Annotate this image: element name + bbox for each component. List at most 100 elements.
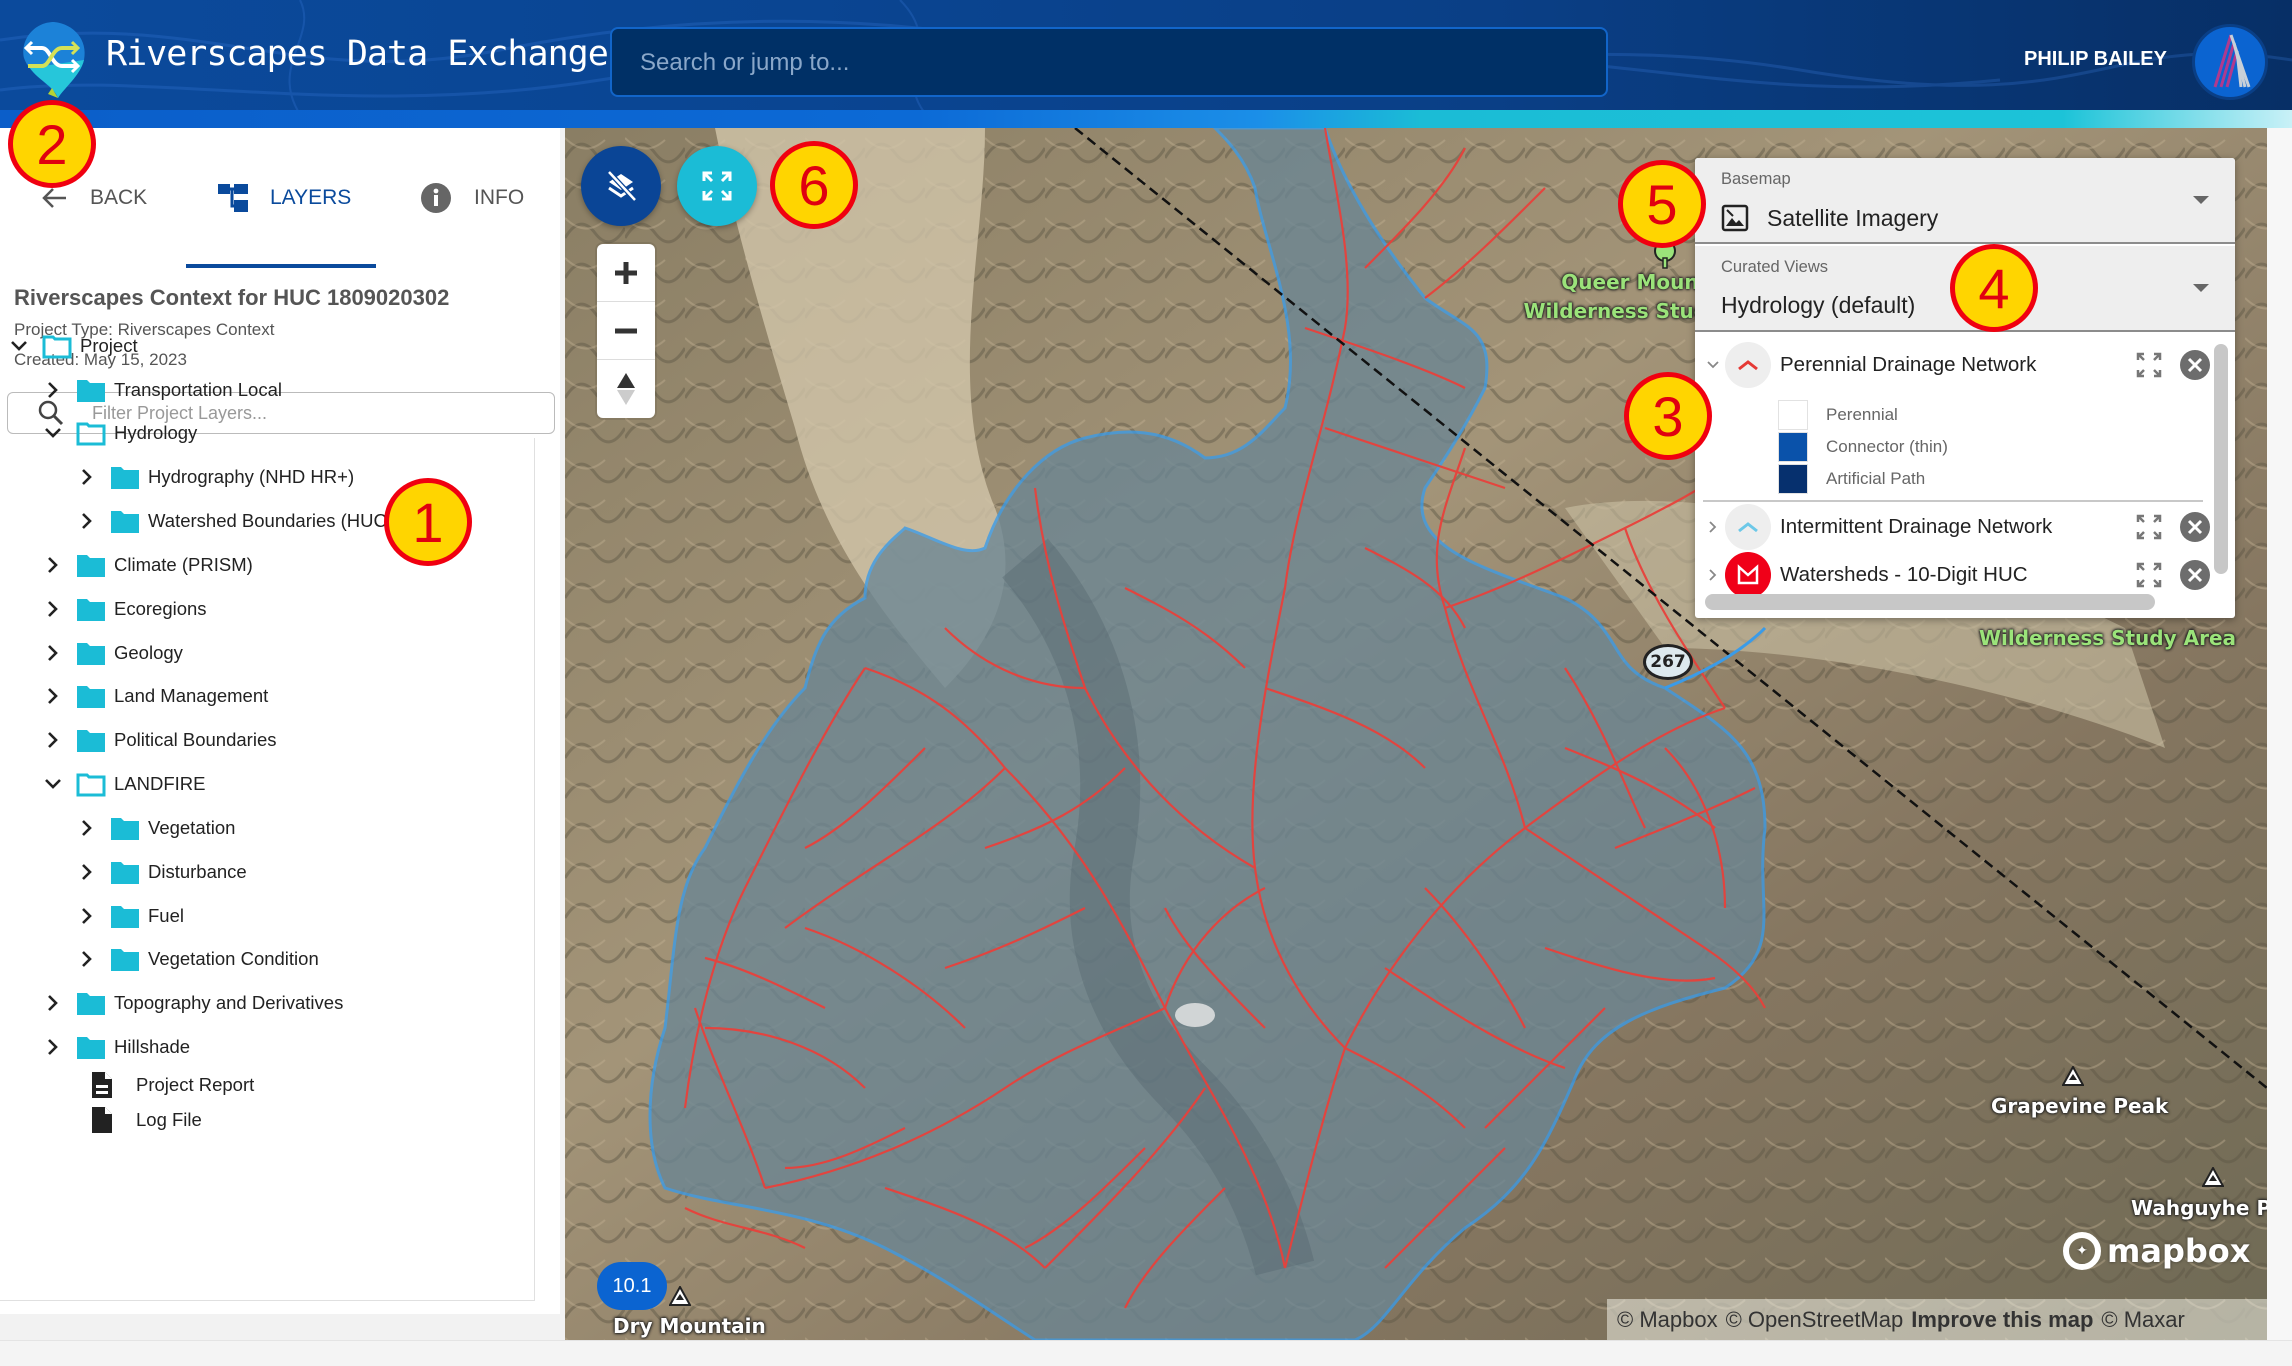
- tree-item[interactable]: Watershed Boundaries (HUCs): [76, 504, 402, 538]
- remove-layer-button[interactable]: [2180, 512, 2210, 542]
- user-avatar[interactable]: [2192, 24, 2268, 100]
- user-name[interactable]: PHILIP BAILEY: [2024, 48, 2167, 71]
- chevron-down-icon[interactable]: [8, 335, 30, 357]
- annotation-badge: 5: [1618, 160, 1706, 248]
- close-icon: [2187, 357, 2203, 373]
- mapbox-pin-icon: ✦: [2063, 1232, 2101, 1270]
- folder-icon: [76, 990, 106, 1016]
- zoom-to-layer-icon[interactable]: [2135, 351, 2163, 379]
- chevron-right-icon[interactable]: [76, 817, 98, 839]
- curated-views-label: Curated Views: [1721, 258, 1829, 276]
- tree-item[interactable]: Transportation Local: [42, 373, 282, 407]
- chevron-right-icon[interactable]: [42, 729, 64, 751]
- scrollbar-thumb[interactable]: [2214, 344, 2228, 574]
- arrow-left-icon: [40, 186, 68, 210]
- tree-item[interactable]: Vegetation Condition: [76, 942, 319, 976]
- chevron-right-icon[interactable]: [1705, 569, 1721, 581]
- layer-list-vertical-scrollbar[interactable]: [2213, 338, 2229, 578]
- tree-divider: [0, 1300, 535, 1301]
- tree-item-label: Hydrography (NHD HR+): [148, 466, 355, 488]
- chevron-down-icon[interactable]: [1705, 361, 1721, 369]
- tree-item[interactable]: Fuel: [76, 899, 184, 933]
- layer-row-watersheds-huc10[interactable]: Watersheds - 10-Digit HUC: [1695, 552, 2211, 598]
- tree-item[interactable]: Project: [8, 329, 138, 363]
- chevron-right-icon[interactable]: [76, 948, 98, 970]
- remove-layer-button[interactable]: [2180, 350, 2210, 380]
- project-sidebar: BACK LAYERS INFO Riverscapes Context for…: [0, 128, 560, 1314]
- reset-bearing-button[interactable]: [597, 360, 655, 418]
- curated-views-value: Hydrology (default): [1721, 292, 1916, 318]
- attribution-maxar-link[interactable]: © Maxar: [2101, 1307, 2184, 1333]
- tree-scrollbar[interactable]: [534, 438, 535, 1300]
- basemap-select[interactable]: Basemap Satellite Imagery: [1695, 158, 2235, 244]
- layer-row-perennial-drainage[interactable]: Perennial Drainage Network: [1695, 342, 2211, 388]
- chevron-right-icon[interactable]: [1705, 521, 1721, 533]
- folder-open-icon: [42, 333, 72, 359]
- chevron-right-icon[interactable]: [42, 554, 64, 576]
- chevron-right-icon[interactable]: [42, 379, 64, 401]
- chevron-right-icon[interactable]: [42, 685, 64, 707]
- mapbox-logo[interactable]: ✦ mapbox: [2063, 1232, 2250, 1270]
- fit-bounds-button[interactable]: [677, 146, 757, 226]
- line-layer-icon: [1725, 504, 1771, 550]
- chevron-right-icon[interactable]: [76, 905, 98, 927]
- tree-item-label: Hydrology: [114, 422, 198, 444]
- attribution-osm-link[interactable]: © OpenStreetMap: [1726, 1307, 1904, 1333]
- shuffle-arrows-logo-icon[interactable]: [18, 18, 90, 100]
- tree-item[interactable]: Log File: [90, 1103, 202, 1137]
- folder-icon: [76, 727, 106, 753]
- chevron-right-icon[interactable]: [42, 642, 64, 664]
- tab-info[interactable]: INFO: [420, 178, 524, 218]
- info-circle-icon: [420, 182, 452, 214]
- legend-swatch: [1778, 464, 1808, 494]
- tree-item[interactable]: Disturbance: [76, 855, 247, 889]
- attribution-mapbox-link[interactable]: © Mapbox: [1617, 1307, 1718, 1333]
- layer-list-horizontal-scrollbar[interactable]: [1705, 594, 2155, 610]
- zoom-out-button[interactable]: [597, 302, 655, 360]
- global-search-box[interactable]: [610, 27, 1608, 97]
- chevron-right-icon[interactable]: [76, 861, 98, 883]
- tree-item[interactable]: Hydrology: [42, 416, 197, 450]
- map-label-grapevine-peak: Grapevine Peak: [1991, 1094, 2169, 1118]
- chevron-right-icon[interactable]: [76, 510, 98, 532]
- tree-item[interactable]: LANDFIRE: [42, 767, 206, 801]
- improve-map-link[interactable]: Improve this map: [1911, 1307, 2093, 1333]
- tree-item[interactable]: Vegetation: [76, 811, 235, 845]
- chevron-down-icon[interactable]: [42, 773, 64, 795]
- basemap-value-text: Satellite Imagery: [1767, 204, 1939, 231]
- tab-layers[interactable]: LAYERS: [218, 178, 351, 218]
- layers-off-icon: [607, 170, 637, 202]
- tree-item[interactable]: Land Management: [42, 679, 268, 713]
- zoom-in-button[interactable]: [597, 244, 655, 302]
- chevron-right-icon[interactable]: [76, 466, 98, 488]
- tree-item[interactable]: Ecoregions: [42, 592, 207, 626]
- chevron-right-icon[interactable]: [42, 1036, 64, 1058]
- tree-item[interactable]: Topography and Derivatives: [42, 986, 343, 1020]
- tree-item[interactable]: Project Report: [90, 1068, 254, 1102]
- toggle-layers-button[interactable]: [581, 146, 661, 226]
- tree-item[interactable]: Geology: [42, 636, 183, 670]
- zoom-to-layer-icon[interactable]: [2135, 513, 2163, 541]
- tree-item-label: Project Report: [136, 1074, 255, 1095]
- tab-info-label: INFO: [474, 186, 525, 209]
- caret-down-icon: [2193, 196, 2209, 204]
- chevron-down-icon[interactable]: [42, 422, 64, 444]
- tree-item[interactable]: Hillshade: [42, 1030, 190, 1064]
- chevron-right-icon[interactable]: [42, 992, 64, 1014]
- map-label-wahguyhe-peak: Wahguyhe Pe: [2131, 1196, 2267, 1220]
- app-title[interactable]: Riverscapes Data Exchange: [106, 34, 609, 74]
- global-search-input[interactable]: [640, 49, 1606, 77]
- remove-layer-button[interactable]: [2180, 560, 2210, 590]
- zoom-to-layer-icon[interactable]: [2135, 561, 2163, 589]
- legend-item: Artificial Path: [1778, 464, 1925, 494]
- chevron-right-icon[interactable]: [42, 598, 64, 620]
- active-tab-indicator: [186, 264, 376, 268]
- app-header: Riverscapes Data Exchange PHILIP BAILEY: [0, 0, 2292, 128]
- layer-row-intermittent-drainage[interactable]: Intermittent Drainage Network: [1695, 504, 2211, 550]
- tree-item[interactable]: Climate (PRISM): [42, 548, 253, 582]
- tab-back-label: BACK: [90, 186, 148, 209]
- tree-item[interactable]: Political Boundaries: [42, 723, 276, 757]
- layers-tree-icon: [218, 184, 248, 212]
- tree-item-label: Transportation Local: [114, 378, 282, 400]
- tree-item[interactable]: Hydrography (NHD HR+): [76, 460, 354, 494]
